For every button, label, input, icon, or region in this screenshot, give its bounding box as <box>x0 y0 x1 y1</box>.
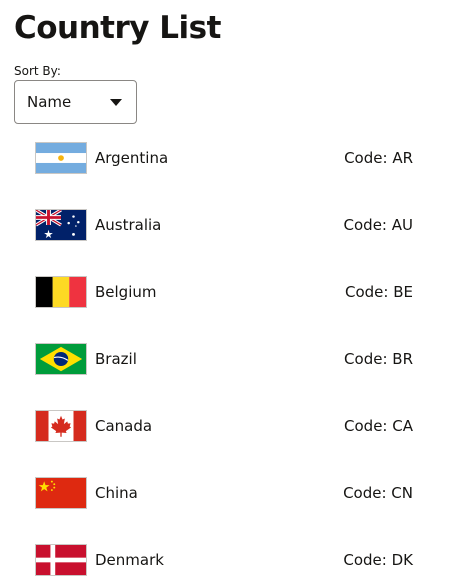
country-name: China <box>95 484 138 502</box>
country-name: Denmark <box>95 551 164 569</box>
belgium-flag-icon <box>35 276 87 308</box>
country-name: Belgium <box>95 283 157 301</box>
country-code: Code: CA <box>344 417 413 435</box>
list-item[interactable]: Argentina Code: AR <box>0 124 456 191</box>
country-code: Code: BR <box>344 350 413 368</box>
sort-by-selected-value: Name <box>27 93 72 111</box>
list-item[interactable]: Canada Code: CA <box>0 392 456 459</box>
country-name: Argentina <box>95 149 169 167</box>
list-item[interactable]: Denmark Code: DK <box>0 526 456 588</box>
sort-by-select[interactable]: Name <box>14 80 137 124</box>
country-code: Code: BE <box>344 283 413 301</box>
country-code: Code: AR <box>344 149 413 167</box>
country-list-page: Country List Sort By: Name Argentina Cod… <box>0 0 456 588</box>
argentina-flag-icon <box>35 142 87 174</box>
denmark-flag-icon <box>35 544 87 576</box>
chevron-down-icon <box>110 99 122 106</box>
china-flag-icon <box>35 477 87 509</box>
list-item[interactable]: China Code: CN <box>0 459 456 526</box>
list-item[interactable]: Belgium Code: BE <box>0 258 456 325</box>
list-item[interactable]: Brazil Code: BR <box>0 325 456 392</box>
country-name: Australia <box>95 216 162 234</box>
country-code: Code: CN <box>343 484 413 502</box>
country-code: Code: AU <box>343 216 413 234</box>
country-list: Argentina Code: AR Australia Code: AU Be… <box>0 124 456 588</box>
country-name: Canada <box>95 417 153 435</box>
country-code: Code: DK <box>343 551 413 569</box>
canada-flag-icon <box>35 410 87 442</box>
australia-flag-icon <box>35 209 87 241</box>
page-title: Country List <box>14 10 221 46</box>
sort-by-label: Sort By: <box>14 64 61 78</box>
list-item[interactable]: Australia Code: AU <box>0 191 456 258</box>
brazil-flag-icon <box>35 343 87 375</box>
country-name: Brazil <box>95 350 137 368</box>
